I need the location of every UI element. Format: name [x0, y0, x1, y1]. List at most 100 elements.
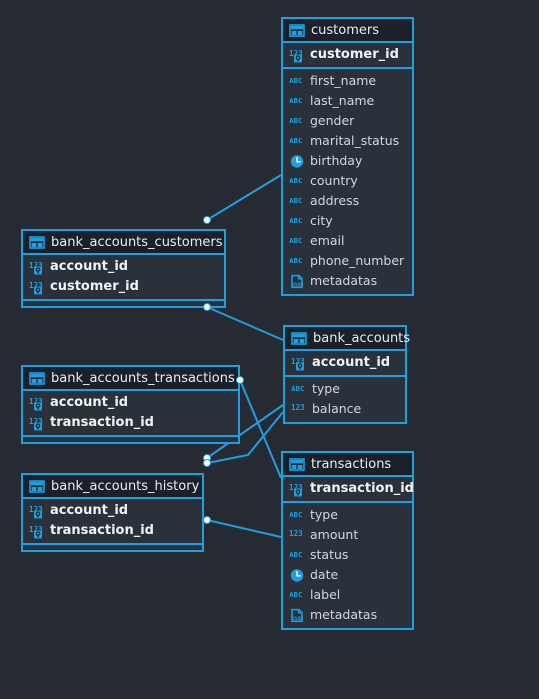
- field-name-label: customer_id: [310, 46, 399, 62]
- abc-text-icon: ABC: [289, 254, 305, 269]
- field-name-label: account_id: [50, 258, 129, 274]
- primary-key-group: 123 account_id 123 customer_id: [23, 257, 224, 301]
- relationship-connector-dot[interactable]: [236, 376, 244, 384]
- integer-key-icon: 123: [29, 524, 45, 539]
- primary-key-group: 123 account_id 123 transaction_id: [23, 393, 238, 437]
- table-field-row[interactable]: 123 account_id: [285, 353, 405, 373]
- primary-key-group: 123 transaction_id: [283, 479, 414, 503]
- table-header-bank_accounts_transactions[interactable]: bank_accounts_transactions: [23, 367, 238, 391]
- table-field-row[interactable]: 123 transaction_id: [23, 413, 238, 433]
- svg-text:ABC: ABC: [289, 96, 302, 105]
- abc-text-icon: ABC: [289, 114, 305, 129]
- integer-key-icon: 123: [29, 260, 45, 275]
- field-name-label: last_name: [310, 92, 375, 108]
- field-name-label: gender: [310, 112, 355, 128]
- table-field-row[interactable]: ABC phone_number: [283, 251, 412, 271]
- table-field-row[interactable]: JSON metadatas: [283, 605, 412, 625]
- table-field-row[interactable]: JSON metadatas: [283, 271, 412, 291]
- table-field-row[interactable]: 123 customer_id: [283, 45, 412, 65]
- field-name-label: marital_status: [310, 132, 400, 148]
- field-name-label: first_name: [310, 72, 377, 88]
- integer-icon: 123: [291, 402, 307, 417]
- table-node-bank_accounts_transactions[interactable]: bank_accounts_transactions 123 account_id 1…: [21, 365, 240, 444]
- table-name-label: customers: [311, 22, 379, 38]
- table-field-row[interactable]: 123 customer_id: [23, 277, 224, 297]
- abc-text-icon: ABC: [289, 74, 305, 89]
- table-field-row[interactable]: ABC first_name: [283, 71, 412, 91]
- integer-key-icon: 123: [29, 504, 45, 519]
- field-name-label: balance: [312, 400, 362, 416]
- clock-date-icon: [289, 154, 305, 169]
- json-document-icon: JSON: [289, 274, 305, 289]
- table-field-row[interactable]: ABC type: [283, 505, 412, 525]
- field-name-label: transaction_id: [310, 480, 414, 496]
- abc-text-icon: ABC: [289, 508, 305, 523]
- table-field-row[interactable]: 123 transaction_id: [283, 479, 414, 499]
- table-field-row[interactable]: 123 amount: [283, 525, 412, 545]
- primary-key-group: 123 account_id: [285, 353, 405, 377]
- table-field-row[interactable]: ABC city: [283, 211, 412, 231]
- svg-text:ABC: ABC: [289, 196, 302, 205]
- field-name-label: email: [310, 232, 345, 248]
- table-name-label: transactions: [311, 456, 392, 472]
- table-node-transactions[interactable]: transactions 123 transaction_id ABC type 123 a…: [281, 451, 414, 630]
- table-field-row[interactable]: ABC last_name: [283, 91, 412, 111]
- svg-text:ABC: ABC: [289, 256, 302, 265]
- table-body-bank_accounts_history: 123 account_id 123 transaction_id: [23, 499, 202, 550]
- table-node-customers[interactable]: customers 123 customer_id ABC first_name ABC l…: [281, 17, 414, 296]
- field-name-label: metadatas: [310, 272, 378, 288]
- svg-text:ABC: ABC: [289, 550, 302, 559]
- relationship-connector-dot[interactable]: [203, 516, 211, 524]
- table-header-transactions[interactable]: transactions: [283, 453, 412, 477]
- integer-key-icon: 123: [289, 48, 305, 63]
- table-field-row[interactable]: 123 account_id: [23, 393, 238, 413]
- table-header-bank_accounts_customers[interactable]: bank_accounts_customers: [23, 231, 224, 255]
- table-field-row[interactable]: ABC label: [283, 585, 412, 605]
- field-name-label: type: [310, 506, 338, 522]
- table-field-row[interactable]: ABC type: [285, 379, 405, 399]
- abc-text-icon: ABC: [289, 94, 305, 109]
- table-icon: [29, 235, 45, 250]
- table-field-row[interactable]: ABC status: [283, 545, 412, 565]
- table-field-row[interactable]: ABC country: [283, 171, 412, 191]
- relationship-lines-layer: [206, 174, 284, 538]
- abc-text-icon: ABC: [289, 234, 305, 249]
- table-field-row[interactable]: date: [283, 565, 412, 585]
- field-name-label: account_id: [50, 502, 129, 518]
- svg-text:ABC: ABC: [289, 510, 302, 519]
- svg-text:ABC: ABC: [289, 116, 302, 125]
- relationship-connector-dot[interactable]: [203, 459, 211, 467]
- svg-text:123: 123: [289, 529, 303, 538]
- table-header-bank_accounts[interactable]: bank_accounts: [285, 327, 410, 351]
- abc-text-icon: ABC: [289, 134, 305, 149]
- er-diagram-canvas[interactable]: customers 123 customer_id ABC first_name ABC l…: [0, 0, 539, 699]
- table-field-row[interactable]: ABC address: [283, 191, 412, 211]
- table-node-bank_accounts[interactable]: bank_accounts 123 account_id ABC type 123 bala…: [283, 325, 410, 424]
- table-field-row[interactable]: 123 account_id: [23, 501, 202, 521]
- table-icon: [289, 457, 305, 472]
- table-name-label: bank_accounts_history: [51, 478, 200, 494]
- svg-text:ABC: ABC: [289, 76, 302, 85]
- table-field-row[interactable]: 123 transaction_id: [23, 521, 202, 541]
- table-field-row[interactable]: birthday: [283, 151, 412, 171]
- relationship-connector-dot[interactable]: [203, 216, 211, 224]
- table-body-bank_accounts: 123 account_id ABC type 123 balance: [285, 351, 405, 422]
- integer-key-icon: 123: [29, 280, 45, 295]
- table-header-bank_accounts_history[interactable]: bank_accounts_history: [23, 475, 202, 499]
- integer-key-icon: 123: [291, 356, 307, 371]
- table-field-row[interactable]: ABC marital_status: [283, 131, 412, 151]
- table-field-row[interactable]: ABC gender: [283, 111, 412, 131]
- relationship-line-rel-bat-transactions: [239, 379, 282, 479]
- table-field-row[interactable]: 123 account_id: [23, 257, 224, 277]
- table-header-customers[interactable]: customers: [283, 19, 412, 43]
- table-field-row[interactable]: ABC email: [283, 231, 412, 251]
- relationship-connector-dot[interactable]: [203, 303, 211, 311]
- field-name-label: country: [310, 172, 358, 188]
- table-icon: [29, 371, 45, 386]
- table-field-row[interactable]: 123 balance: [285, 399, 405, 419]
- table-node-bank_accounts_history[interactable]: bank_accounts_history 123 account_id 123 tra…: [21, 473, 204, 552]
- table-node-bank_accounts_customers[interactable]: bank_accounts_customers 123 account_id 123 c…: [21, 229, 226, 308]
- relationship-line-rel-bac-bankaccounts: [206, 306, 284, 341]
- field-name-label: account_id: [312, 354, 391, 370]
- field-name-label: date: [310, 566, 339, 582]
